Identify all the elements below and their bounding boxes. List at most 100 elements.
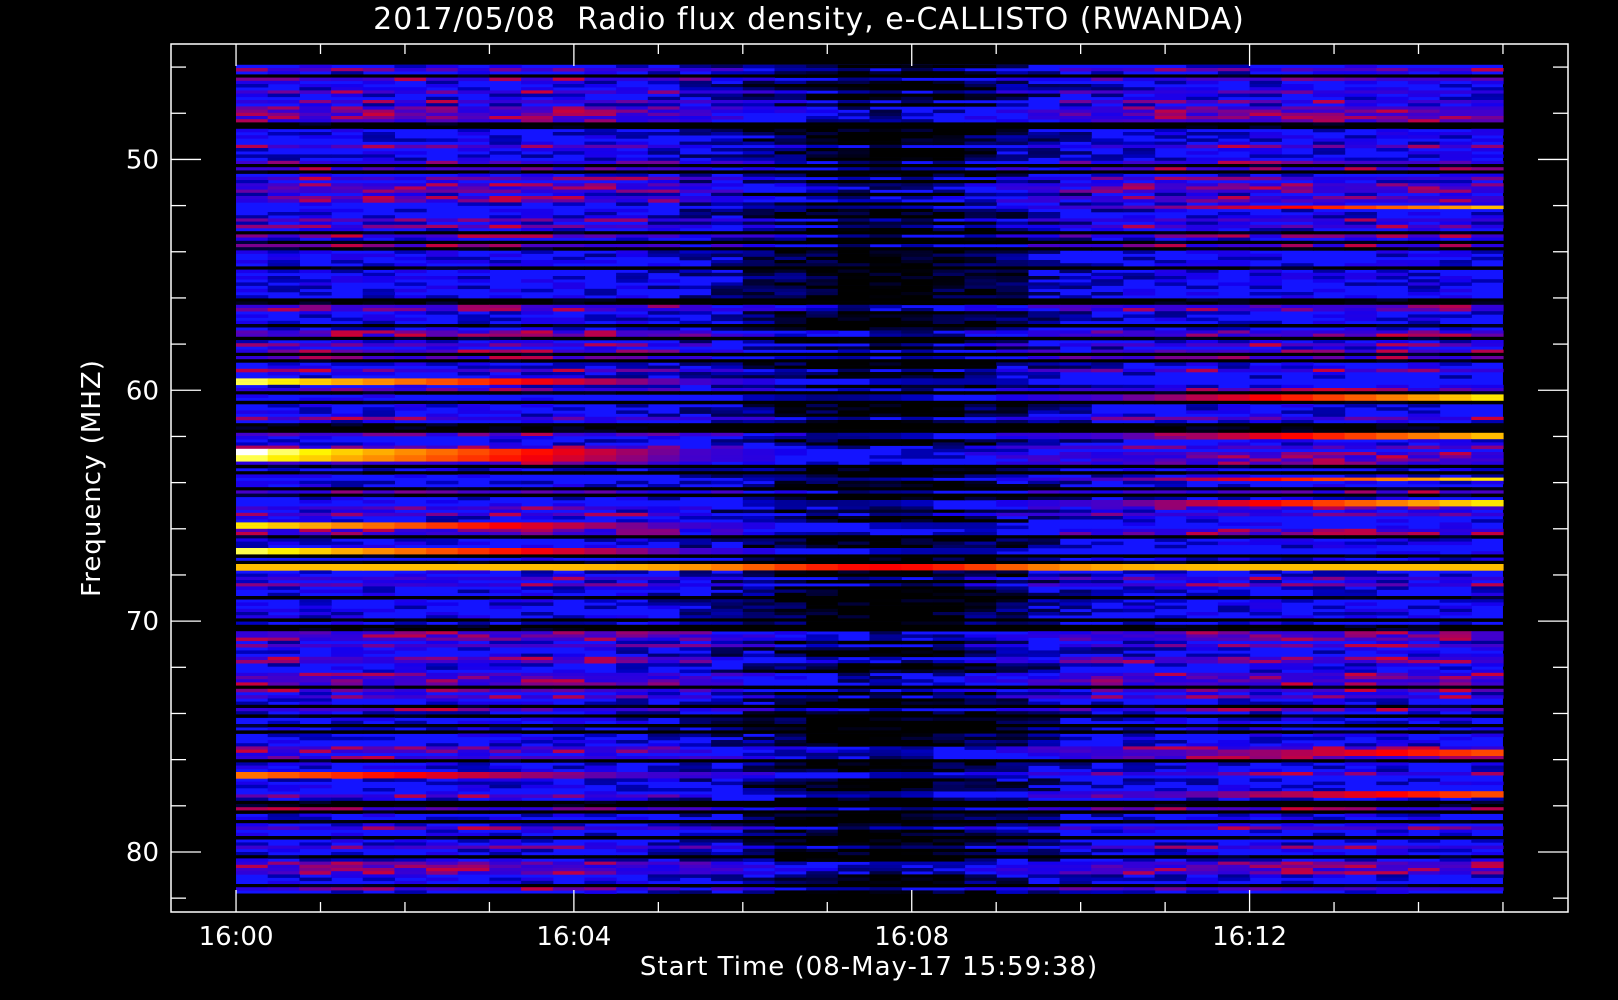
heatmap-cell — [1217, 196, 1251, 200]
heatmap-cell — [1376, 567, 1409, 571]
heatmap-cell — [1344, 234, 1377, 238]
heatmap-cell — [1312, 276, 1346, 280]
heatmap-cell — [267, 493, 300, 498]
heatmap-cell — [964, 448, 997, 453]
heatmap-cell — [584, 183, 617, 187]
heatmap-cell — [457, 128, 490, 133]
heatmap-cell — [679, 295, 712, 299]
heatmap-cell — [362, 589, 395, 594]
heatmap-cell — [394, 77, 427, 82]
heatmap-cell — [774, 128, 807, 133]
heatmap-cell — [362, 301, 395, 306]
heatmap-cell — [1027, 132, 1061, 136]
heatmap-cell — [521, 378, 554, 382]
heatmap-cell — [1122, 519, 1156, 523]
heatmap-cell — [426, 346, 459, 350]
heatmap-cell — [1186, 490, 1219, 494]
heatmap-cell — [996, 570, 1029, 574]
heatmap-cell — [1471, 324, 1504, 328]
heatmap-cell — [616, 381, 649, 386]
heatmap-cell — [552, 548, 586, 552]
heatmap-cell — [647, 253, 681, 258]
heatmap-cell — [1439, 541, 1472, 546]
heatmap-cell — [679, 468, 712, 472]
heatmap-cell — [679, 106, 712, 110]
heatmap-cell — [552, 554, 586, 558]
heatmap-cell — [932, 196, 966, 200]
heatmap-cell — [679, 493, 712, 498]
heatmap-cell — [552, 596, 586, 600]
heatmap-cell — [616, 237, 649, 242]
heatmap-cell — [1091, 186, 1124, 190]
heatmap-cell — [742, 496, 776, 501]
heatmap-cell — [1376, 432, 1409, 437]
heatmap-cell — [679, 212, 712, 216]
heatmap-cell — [711, 106, 744, 110]
heatmap-cell — [1281, 244, 1314, 248]
heatmap-cell — [774, 90, 807, 94]
heatmap-cell — [426, 500, 459, 504]
heatmap-cell — [901, 423, 934, 427]
heatmap-cell — [1407, 362, 1441, 366]
heatmap-cell — [711, 602, 744, 606]
heatmap-cell — [584, 170, 617, 174]
heatmap-cell — [521, 288, 554, 293]
heatmap-cell — [711, 199, 744, 203]
heatmap-cell — [1091, 512, 1124, 517]
heatmap-cell — [1154, 368, 1187, 373]
heatmap-cell — [774, 237, 807, 242]
heatmap-cell — [932, 362, 966, 366]
heatmap-cell — [742, 388, 776, 392]
heatmap-cell — [1122, 314, 1156, 318]
heatmap-cell — [1471, 356, 1504, 360]
heatmap-cell — [489, 247, 522, 251]
heatmap-cell — [679, 208, 712, 213]
heatmap-cell — [236, 538, 269, 542]
heatmap-cell — [616, 452, 649, 456]
heatmap-cell — [394, 474, 427, 478]
heatmap-cell — [489, 144, 522, 149]
heatmap-cell — [901, 583, 934, 587]
heatmap-cell — [1027, 493, 1061, 498]
heatmap-cell — [362, 93, 395, 98]
heatmap-cell — [1376, 196, 1409, 200]
heatmap-cell — [299, 74, 332, 78]
heatmap-cell — [869, 359, 902, 363]
heatmap-cell — [774, 410, 807, 414]
heatmap-cell — [267, 288, 300, 293]
heatmap-cell — [679, 599, 712, 603]
heatmap-cell — [299, 381, 332, 386]
heatmap-cell — [679, 186, 712, 190]
heatmap-cell — [1122, 304, 1156, 309]
heatmap-cell — [996, 260, 1029, 264]
heatmap-cell — [552, 119, 586, 123]
heatmap-cell — [932, 84, 966, 88]
heatmap-cell — [964, 170, 997, 174]
heatmap-cell — [1249, 125, 1282, 130]
heatmap-cell — [1027, 192, 1061, 197]
heatmap-cell — [1312, 452, 1346, 456]
heatmap-cell — [457, 490, 490, 494]
heatmap-cell — [1091, 487, 1124, 491]
heatmap-cell — [1186, 74, 1219, 78]
heatmap-cell — [267, 324, 300, 328]
heatmap-cell — [267, 167, 300, 171]
heatmap-cell — [1471, 68, 1504, 72]
heatmap-cell — [806, 212, 839, 216]
heatmap-cell — [837, 301, 871, 306]
heatmap-cell — [489, 186, 522, 190]
heatmap-cell — [996, 359, 1029, 363]
heatmap-cell — [236, 301, 269, 306]
heatmap-cell — [1407, 288, 1441, 293]
heatmap-cell — [901, 311, 934, 315]
heatmap-cell — [1439, 112, 1472, 117]
heatmap-cell — [1186, 167, 1219, 171]
heatmap-cell — [806, 352, 839, 357]
heatmap-cell — [1154, 394, 1187, 398]
heatmap-cell — [1344, 157, 1377, 162]
heatmap-cell — [1217, 436, 1251, 440]
heatmap-cell — [1186, 327, 1219, 331]
heatmap-cell — [1344, 176, 1377, 181]
heatmap-cell — [1407, 122, 1441, 126]
heatmap-cell — [964, 90, 997, 94]
